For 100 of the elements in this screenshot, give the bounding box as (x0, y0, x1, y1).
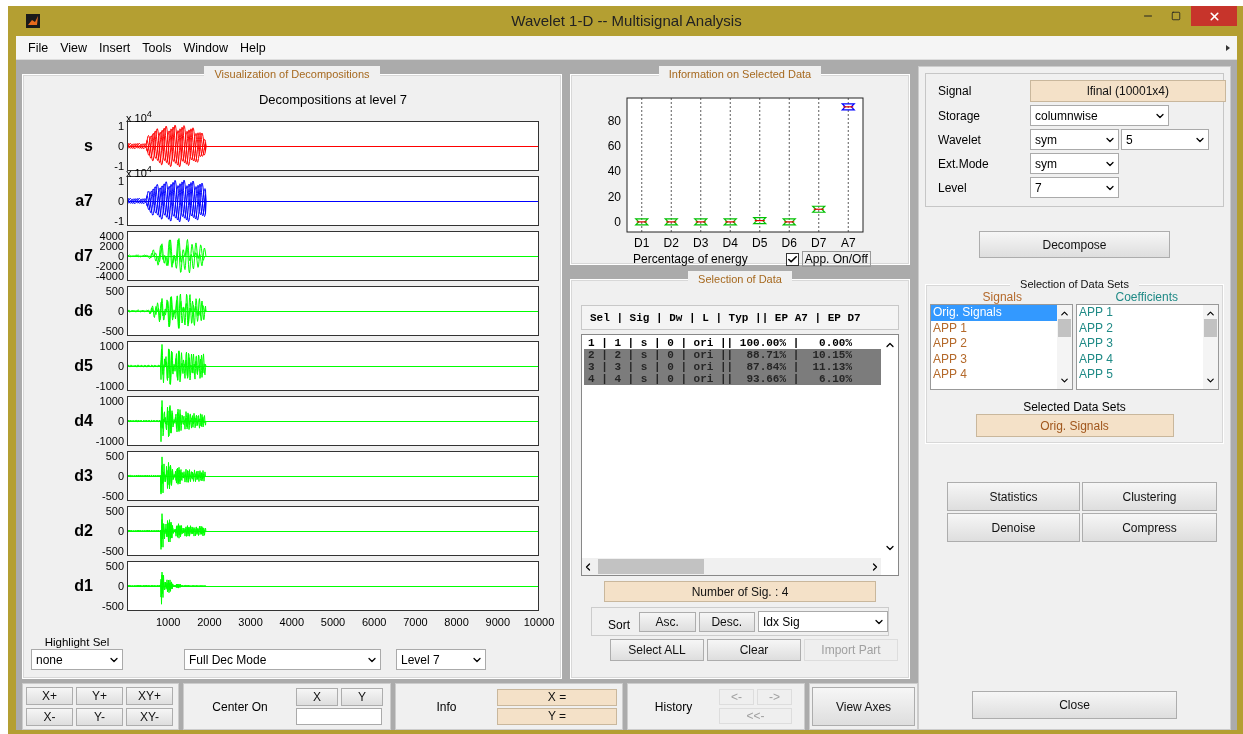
axis-tick-label: 6000 (361, 616, 387, 628)
axis-tick-label: A7 (840, 236, 856, 250)
center-field[interactable] (296, 708, 382, 725)
center-button[interactable]: X (296, 688, 338, 706)
axis-tick-label: 0 (117, 471, 124, 481)
data-row[interactable]: 4 | 4 | s | 0 | ori || 93.66% | 6.10% (584, 373, 881, 385)
scrollbar-thumb[interactable] (1204, 319, 1217, 337)
axis-tick-label: -1 (114, 216, 124, 226)
axis-zoom-button[interactable]: XY- (126, 708, 173, 726)
scroll-down-icon[interactable] (1059, 375, 1070, 386)
section-label: Selected Data Sets (1023, 400, 1126, 414)
axis-tick-label: 5000 (320, 616, 346, 628)
list-item[interactable]: APP 4 (931, 367, 1057, 383)
menu-item[interactable]: File (22, 38, 55, 57)
field-label: Storage (938, 108, 982, 123)
axis-tick-label: -500 (101, 601, 124, 611)
check-icon (786, 253, 798, 265)
action-button[interactable]: Clear (707, 639, 801, 661)
axis-tick-label: 0 (117, 361, 124, 371)
axis-tick-label: 1000 (99, 396, 124, 406)
list-item[interactable]: APP 2 (1077, 320, 1203, 336)
menu-item[interactable]: View (54, 38, 94, 57)
axis-tick-label: -1000 (95, 381, 124, 391)
axis-exponent: x 10$^{4}$ (126, 108, 152, 124)
axis-tick-label: 1 (117, 176, 124, 186)
dropdown[interactable]: 7 (1030, 177, 1119, 198)
data-point (752, 217, 768, 225)
sort-button[interactable]: Asc. (639, 611, 696, 632)
axis-tick-label: 1 (117, 121, 124, 131)
dropdown[interactable]: 5 (1121, 129, 1209, 150)
dropdown[interactable]: sym (1030, 153, 1119, 174)
axis-tick-label: 0 (117, 141, 124, 151)
checkbox[interactable] (785, 252, 799, 266)
list-item[interactable]: APP 4 (1077, 351, 1203, 367)
axis-title: Percentage of energy (633, 252, 748, 266)
center-on-label: Center On (211, 699, 269, 714)
menu-item[interactable]: Window (177, 38, 234, 57)
list-item[interactable]: APP 5 (1077, 367, 1203, 383)
view-axes-button[interactable]: View Axes (812, 687, 915, 726)
tool-button[interactable]: Compress (1082, 513, 1217, 542)
scrollbar-thumb[interactable] (598, 559, 704, 574)
dropdown[interactable]: columnwise (1030, 105, 1169, 126)
sort-button[interactable]: Desc. (698, 611, 755, 632)
panel-title: Visualization of Decompositions (204, 66, 380, 82)
tool-button[interactable]: Statistics (947, 482, 1080, 511)
signal-value: lfinal (10001x4) (1030, 80, 1226, 102)
axis-zoom-button[interactable]: X- (26, 708, 73, 726)
axis-tick-label: 40 (607, 164, 621, 179)
menu-item[interactable]: Help (233, 38, 272, 57)
close-button[interactable] (1191, 6, 1237, 26)
dropdown[interactable]: Full Dec Mode (184, 649, 381, 670)
list-item[interactable]: APP 3 (1077, 336, 1203, 352)
axis-tick-label: 3000 (238, 616, 263, 628)
axis-tick-label: D7 (811, 236, 827, 250)
menu-item[interactable]: Tools (136, 38, 178, 57)
close-icon (1207, 9, 1221, 23)
field-label: Wavelet (938, 132, 982, 147)
action-button[interactable]: Select ALL (610, 639, 704, 661)
app-logo-icon (26, 14, 40, 28)
x-value: X = (497, 688, 617, 706)
dropdown[interactable]: sym (1030, 129, 1119, 150)
plot-label: s (84, 137, 94, 155)
list-item[interactable]: APP 1 (931, 320, 1057, 336)
axis-zoom-button[interactable]: Y- (76, 708, 123, 726)
data-row[interactable]: 3 | 3 | s | 0 | ori || 87.84% | 11.13% (584, 361, 881, 373)
data-point (840, 103, 856, 111)
sort-label: Sort (608, 617, 630, 632)
tool-button[interactable]: Clustering (1082, 482, 1217, 511)
axis-tick-label: -1000 (95, 436, 124, 446)
dropdown[interactable]: Idx Sig (758, 611, 888, 632)
center-button[interactable]: Y (341, 688, 383, 706)
list-item[interactable]: APP 3 (931, 351, 1057, 367)
axis-tick-label: 500 (105, 286, 124, 296)
checkbox-label: App. On/Off (801, 251, 871, 267)
axis-tick-label: -2000 (95, 261, 124, 271)
axis-zoom-button[interactable]: XY+ (126, 687, 173, 705)
dropdown[interactable]: none (31, 649, 123, 670)
axis-zoom-button[interactable]: X+ (26, 687, 73, 705)
axis-tick-label: -500 (101, 491, 124, 501)
y-value: Y = (497, 707, 617, 725)
close-button[interactable]: Close (972, 691, 1177, 719)
overflow-arrow-icon[interactable] (1225, 44, 1231, 51)
decompose-button[interactable]: Decompose (979, 231, 1170, 258)
info-label: Info (435, 699, 458, 714)
plot-label: d1 (74, 577, 94, 595)
scrollbar-thumb[interactable] (1058, 319, 1071, 337)
dropdown[interactable]: Level 7 (396, 649, 486, 670)
axis-zoom-button[interactable]: Y+ (76, 687, 123, 705)
list-item[interactable]: APP 2 (931, 336, 1057, 352)
scroll-down-icon[interactable] (1205, 375, 1216, 386)
axis-tick-label: D3 (693, 236, 709, 250)
menu-item[interactable]: Insert (93, 38, 137, 57)
axis-tick-label: 10000 (523, 616, 555, 628)
list-item[interactable]: APP 1 (1077, 305, 1203, 321)
axis-tick-label: 0 (117, 526, 124, 536)
plot-label: a7 (75, 192, 94, 210)
data-row[interactable]: 2 | 2 | s | 0 | ori || 88.71% | 10.15% (584, 349, 881, 361)
axis-tick-label: 20 (607, 189, 621, 204)
tool-button[interactable]: Denoise (947, 513, 1080, 542)
data-point (634, 218, 650, 226)
